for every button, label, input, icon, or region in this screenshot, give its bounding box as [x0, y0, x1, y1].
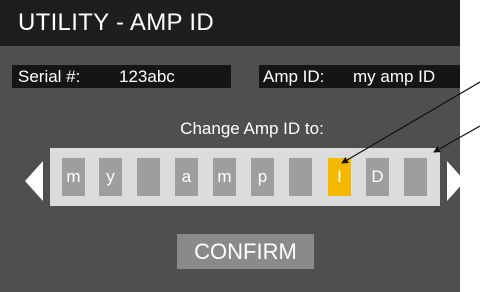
serial-label: Serial #: — [18, 67, 81, 86]
chevron-left-icon[interactable] — [25, 161, 43, 201]
confirm-button[interactable]: CONFIRM — [177, 234, 314, 269]
char-slot[interactable] — [404, 158, 427, 196]
char-slot[interactable]: p — [251, 158, 274, 196]
char-slot[interactable]: m — [213, 158, 236, 196]
serial-value: 123abc — [119, 67, 175, 86]
current-amp-id-display: Amp ID: my amp ID — [259, 65, 460, 88]
amp-id-label: Amp ID: — [263, 67, 325, 86]
char-slot[interactable]: m — [62, 158, 85, 196]
amp-id-value: my amp ID — [353, 67, 436, 86]
character-editor: m y a m p I D — [50, 148, 440, 206]
page-title: UTILITY - AMP ID — [18, 9, 214, 36]
char-slot[interactable]: a — [175, 158, 198, 196]
char-slot[interactable]: D — [366, 158, 389, 196]
char-slot[interactable] — [289, 158, 312, 196]
char-slot[interactable]: y — [99, 158, 122, 196]
char-slot[interactable] — [137, 158, 160, 196]
serial-number-display: Serial #: 123abc — [12, 65, 231, 88]
title-bar: UTILITY - AMP ID — [0, 0, 460, 46]
selected-char-slot[interactable]: I — [328, 158, 351, 196]
change-amp-id-prompt: Change Amp ID to: — [180, 119, 324, 138]
amp-id-screen: UTILITY - AMP ID Serial #: 123abc Amp ID… — [0, 0, 460, 292]
chevron-right-icon[interactable] — [447, 161, 460, 201]
